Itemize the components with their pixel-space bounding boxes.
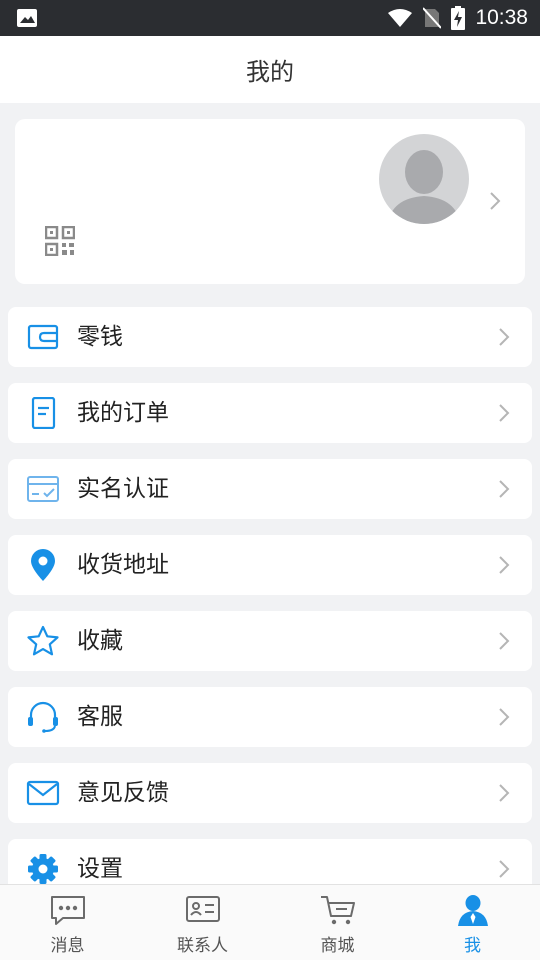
contacts-icon [185, 896, 220, 922]
avatar[interactable] [379, 134, 469, 224]
no-sim-icon [423, 7, 442, 29]
menu-item-customer-service[interactable]: 客服 [8, 687, 532, 747]
wifi-icon [388, 9, 413, 27]
menu-item-label: 我的订单 [77, 400, 169, 426]
mail-icon [26, 780, 60, 806]
tab-mall[interactable]: 商城 [270, 885, 405, 960]
image-notification-icon [17, 9, 37, 27]
menu-item-label: 零钱 [77, 324, 123, 350]
id-card-icon [27, 476, 59, 502]
person-icon [457, 895, 488, 926]
order-icon [31, 397, 56, 429]
page-header: 我的 [0, 36, 540, 103]
chevron-right-icon [499, 708, 510, 726]
page-title: 我的 [246, 58, 294, 86]
chevron-right-icon [490, 192, 501, 210]
bottom-tab-bar: 消息 联系人 商城 我 [0, 884, 540, 960]
tab-contacts[interactable]: 联系人 [135, 885, 270, 960]
menu-item-label: 意见反馈 [77, 780, 169, 806]
tab-messages[interactable]: 消息 [0, 885, 135, 960]
star-icon [27, 625, 59, 656]
wallet-icon [27, 324, 59, 350]
tab-label: 商城 [320, 936, 355, 956]
menu-item-verification[interactable]: 实名认证 [8, 459, 532, 519]
menu-item-address[interactable]: 收货地址 [8, 535, 532, 595]
battery-charging-icon [451, 6, 466, 30]
chevron-right-icon [499, 404, 510, 422]
status-bar: 10:38 [0, 0, 540, 36]
chevron-right-icon [499, 328, 510, 346]
chevron-right-icon [499, 860, 510, 878]
status-time: 10:38 [475, 6, 528, 29]
chevron-right-icon [499, 480, 510, 498]
chevron-right-icon [499, 784, 510, 802]
tab-me[interactable]: 我 [405, 885, 540, 960]
location-pin-icon [31, 549, 55, 581]
gear-icon [28, 854, 58, 884]
tab-label: 消息 [50, 936, 85, 956]
menu-item-label: 收藏 [77, 628, 123, 654]
menu-item-feedback[interactable]: 意见反馈 [8, 763, 532, 823]
menu-item-wallet[interactable]: 零钱 [8, 307, 532, 367]
tab-label: 联系人 [177, 936, 228, 956]
cart-icon [320, 896, 355, 925]
menu-item-label: 客服 [77, 704, 123, 730]
message-icon [50, 896, 85, 925]
chevron-right-icon [499, 556, 510, 574]
headset-icon [28, 701, 58, 733]
qr-code-icon[interactable] [45, 226, 75, 256]
chevron-right-icon [499, 632, 510, 650]
tab-label: 我 [464, 936, 481, 956]
menu-item-favorites[interactable]: 收藏 [8, 611, 532, 671]
menu-item-orders[interactable]: 我的订单 [8, 383, 532, 443]
menu-item-label: 实名认证 [77, 476, 169, 502]
profile-card[interactable] [15, 119, 525, 284]
menu-item-label: 收货地址 [77, 552, 169, 578]
